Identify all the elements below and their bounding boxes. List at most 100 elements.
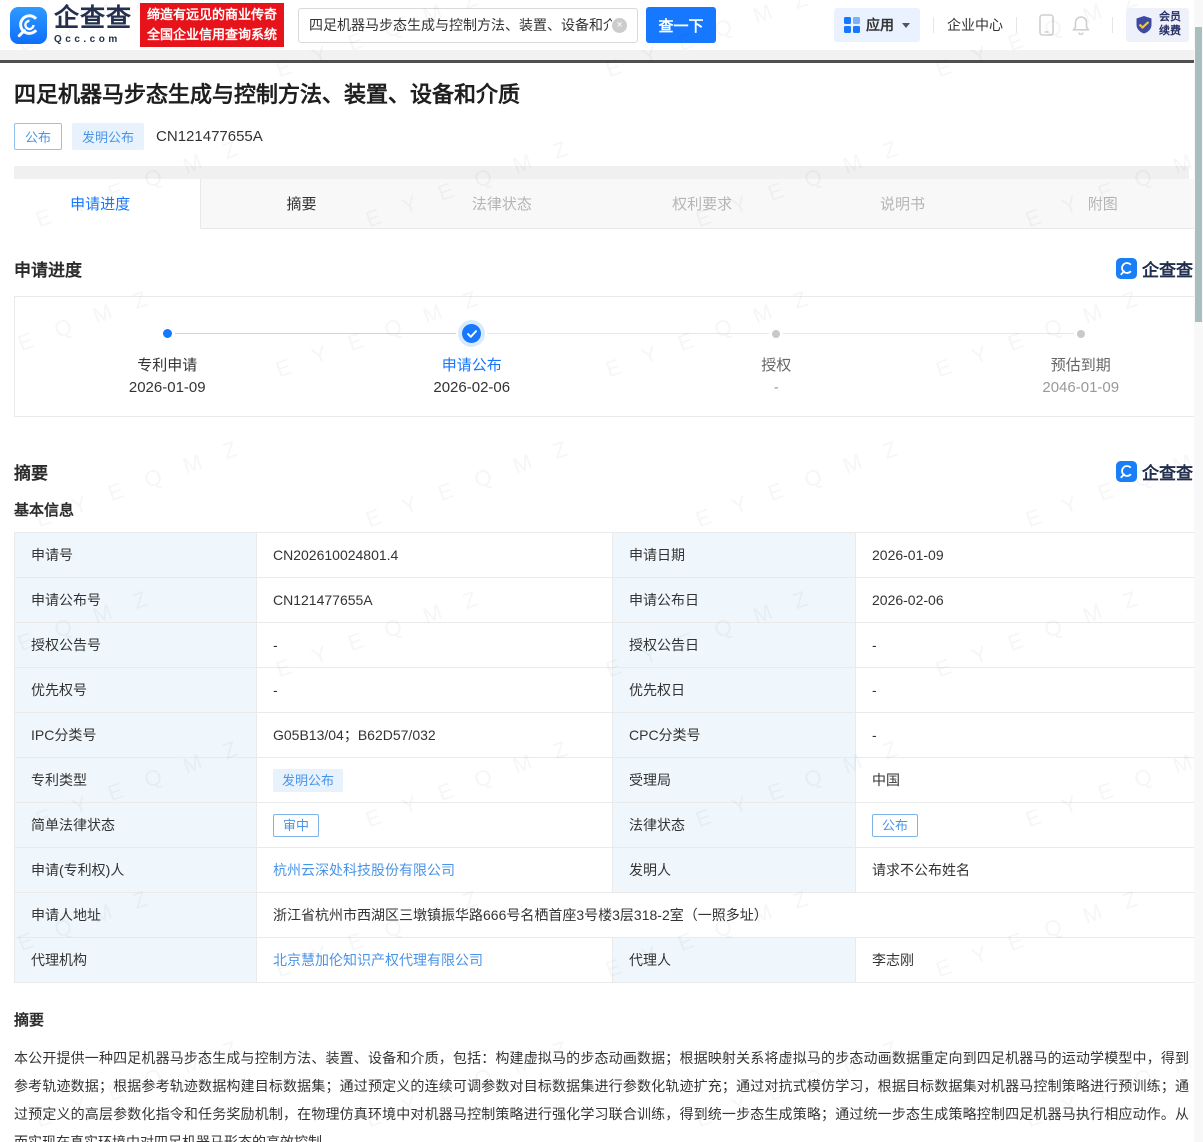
field-label: 申请公布号 (15, 577, 257, 622)
qcc-watermark-icon (1116, 258, 1137, 279)
field-value: CN121477655A (257, 577, 613, 622)
timeline-step-filing: 专利申请 2026-01-09 (15, 324, 320, 396)
timeline-step-label: 专利申请 (15, 354, 320, 375)
clear-icon[interactable]: × (612, 18, 627, 33)
search-value: 四足机器马步态生成与控制方法、装置、设备和介质 (309, 15, 612, 35)
field-label: 发明人 (613, 847, 856, 892)
divider (933, 17, 934, 33)
gray-dot-icon (1077, 330, 1085, 338)
header-nav: 应用 企业中心 会员 续费 (834, 8, 1189, 42)
timeline-step-expiry: 预估到期 2046-01-09 (929, 324, 1203, 396)
legal-status-badge: 公布 (872, 814, 918, 837)
field-value: 2026-01-09 (856, 532, 1203, 577)
search-button[interactable]: 查一下 (646, 7, 716, 43)
field-value: 杭州云深处科技股份有限公司 (257, 847, 613, 892)
field-value: 请求不公布姓名 (856, 847, 1203, 892)
mobile-app-icon[interactable] (1039, 14, 1054, 36)
search-bar: 四足机器马步态生成与控制方法、装置、设备和介质 × 查一下 (298, 7, 716, 43)
field-label: 优先权日 (613, 667, 856, 712)
table-row: 申请(专利权)人 杭州云深处科技股份有限公司 发明人 请求不公布姓名 (15, 847, 1203, 892)
field-label: 申请(专利权)人 (15, 847, 257, 892)
field-value: - (856, 622, 1203, 667)
field-label: 代理机构 (15, 937, 257, 982)
apps-menu-button[interactable]: 应用 (834, 8, 920, 42)
tab-drawings[interactable]: 附图 (1003, 179, 1203, 229)
section-gap (14, 166, 1189, 179)
field-label: 申请号 (15, 532, 257, 577)
timeline-marker-row (624, 324, 929, 344)
logo-text: 企查查 Qcc.com (54, 6, 132, 45)
field-label: 简单法律状态 (15, 802, 257, 847)
basic-info-table: 申请号 CN202610024801.4 申请日期 2026-01-09 申请公… (14, 532, 1203, 983)
tab-application-progress[interactable]: 申请进度 (0, 179, 201, 229)
field-label: 专利类型 (15, 757, 257, 802)
field-value: 中国 (856, 757, 1203, 802)
brand-slogan: 缔造有远见的商业传奇 全国企业信用查询系统 (140, 3, 284, 47)
member-line-2: 续费 (1159, 25, 1181, 39)
field-label: CPC分类号 (613, 712, 856, 757)
field-label: 受理局 (613, 757, 856, 802)
field-value: 公布 (856, 802, 1203, 847)
abstract-title: 摘要 (14, 1009, 1189, 1030)
slogan-line-2: 全国企业信用查询系统 (147, 25, 277, 45)
field-value: CN202610024801.4 (257, 532, 613, 577)
type-badge: 发明公布 (72, 123, 144, 150)
field-label: 优先权号 (15, 667, 257, 712)
scrollbar[interactable] (1194, 0, 1203, 1142)
agency-company-link[interactable]: 北京慧加伦知识产权代理有限公司 (273, 952, 483, 968)
main-content: 申请进度 企查查 专利申请 2026-01-09 (0, 256, 1203, 1142)
enterprise-center-link[interactable]: 企业中心 (947, 15, 1003, 35)
field-label: 代理人 (613, 937, 856, 982)
field-label: 授权公告号 (15, 622, 257, 667)
field-label: 法律状态 (613, 802, 856, 847)
check-circle-icon (462, 324, 481, 343)
abstract-text: 本公开提供一种四足机器马步态生成与控制方法、装置、设备和介质，包括：构建虚拟马的… (14, 1044, 1189, 1142)
field-value: - (257, 622, 613, 667)
field-value: 北京慧加伦知识产权代理有限公司 (257, 937, 613, 982)
qcc-logo-icon (10, 7, 47, 44)
apps-label: 应用 (866, 15, 894, 35)
timeline-step-date: - (624, 379, 929, 396)
publication-number: CN121477655A (156, 128, 263, 145)
member-renew-button[interactable]: 会员 续费 (1126, 8, 1189, 42)
tab-description[interactable]: 说明书 (802, 179, 1002, 229)
applicant-company-link[interactable]: 杭州云深处科技股份有限公司 (273, 862, 455, 878)
timeline: 专利申请 2026-01-09 申请公布 2026-02-06 授权 - (14, 296, 1203, 417)
table-row: 简单法律状态 审中 法律状态 公布 (15, 802, 1203, 847)
brand-name: 企查查 (54, 6, 132, 31)
search-input[interactable]: 四足机器马步态生成与控制方法、装置、设备和介质 × (298, 8, 638, 43)
table-row: 专利类型 发明公布 受理局 中国 (15, 757, 1203, 802)
field-label: 申请日期 (613, 532, 856, 577)
field-value: 审中 (257, 802, 613, 847)
gray-dot-icon (772, 330, 780, 338)
slogan-line-1: 缔造有远见的商业传奇 (147, 5, 277, 25)
table-row: 代理机构 北京慧加伦知识产权代理有限公司 代理人 李志刚 (15, 937, 1203, 982)
member-label: 会员 续费 (1159, 11, 1181, 39)
tab-claims[interactable]: 权利要求 (602, 179, 802, 229)
tab-legal-status[interactable]: 法律状态 (402, 179, 602, 229)
field-value: - (856, 667, 1203, 712)
field-label: 申请公布日 (613, 577, 856, 622)
tab-abstract[interactable]: 摘要 (201, 179, 401, 229)
qcc-watermark-label: 企查查 (1142, 256, 1193, 281)
timeline-step-label: 申请公布 (320, 354, 625, 375)
divider (1016, 17, 1017, 33)
table-row: IPC分类号 G05B13/04；B62D57/032 CPC分类号 - (15, 712, 1203, 757)
table-row: 申请号 CN202610024801.4 申请日期 2026-01-09 (15, 532, 1203, 577)
timeline-step-date: 2026-01-09 (15, 379, 320, 396)
field-value: 2026-02-06 (856, 577, 1203, 622)
notification-bell-icon[interactable] (1072, 15, 1090, 35)
site-header: 企查查 Qcc.com 缔造有远见的商业传奇 全国企业信用查询系统 四足机器马步… (0, 0, 1203, 50)
qcc-watermark-icon (1116, 461, 1137, 482)
field-label: IPC分类号 (15, 712, 257, 757)
field-value: 浙江省杭州市西湖区三墩镇振华路666号名栖首座3号楼3层318-2室（一照多址） (257, 892, 1203, 937)
summary-section-head: 摘要 企查查 (14, 459, 1189, 484)
timeline-marker-row (15, 324, 320, 344)
blue-dot-icon (163, 329, 172, 338)
qcc-logo[interactable]: 企查查 Qcc.com (10, 6, 132, 45)
patent-header: 四足机器马步态生成与控制方法、装置、设备和介质 公布 发明公布 CN121477… (0, 63, 1203, 179)
qcc-watermark: 企查查 (1116, 256, 1193, 281)
divider (1112, 17, 1113, 33)
qcc-watermark: 企查查 (1116, 459, 1193, 484)
scrollbar-thumb[interactable] (1195, 27, 1202, 322)
